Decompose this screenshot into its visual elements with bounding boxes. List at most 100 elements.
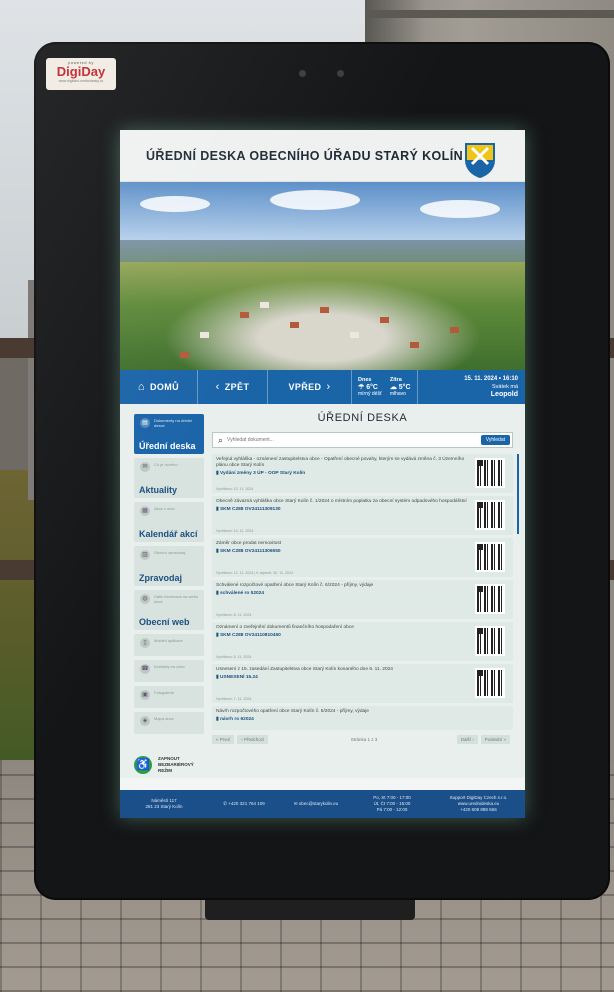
cloud xyxy=(270,190,360,210)
document-title: Schválené rozpočtové opatření obce Starý… xyxy=(216,583,374,588)
cloud xyxy=(140,196,210,212)
sidebar-item-label: Kalendář akcí xyxy=(139,529,198,539)
chevron-right-icon: › xyxy=(326,381,331,393)
document-title: Usnesení z 15. zasedání Zastupitelstva o… xyxy=(216,667,393,672)
document-title: Oznámení o zveřejnění dokumentů finanční… xyxy=(216,625,354,630)
sidebar-item-subtitle: Kontakty na obec xyxy=(154,664,185,669)
document-file[interactable]: ▮ SKM C288 OV24111309130 xyxy=(216,507,467,513)
qr-code-icon xyxy=(475,584,505,614)
accessibility-label: ZAPNOUT BEZBARIÉROVÝ REŽIM xyxy=(158,756,194,773)
weather-tomorrow-day: Zítra xyxy=(389,376,402,383)
sidebar-item-kalendar[interactable]: ▦ Akce v obci Kalendář akcí xyxy=(134,502,204,542)
sidebar-item-subtitle: Mobilní aplikace xyxy=(154,638,183,643)
house xyxy=(350,332,359,338)
document-item[interactable]: Veřejná vyhláška - oznámení zastupitelst… xyxy=(212,454,513,493)
sidebar-item-fotogalerie[interactable]: ▣ Fotogalerie xyxy=(134,686,204,708)
back-button[interactable]: ‹ ZPĚT xyxy=(198,370,268,404)
sidebar-item-label: Aktuality xyxy=(139,485,178,495)
nav-bar: ⌂ DOMŮ ‹ ZPĚT VPŘED › Dnes ☂ 6°C mírný d… xyxy=(120,370,525,404)
accessibility-toggle[interactable]: ♿ ZAPNOUT BEZBARIÉROVÝ REŽIM xyxy=(134,756,206,774)
cloud-icon: ☁ xyxy=(389,383,397,391)
document-file[interactable]: ▮ SKM C288 OV24110810450 xyxy=(216,633,467,639)
sidebar-item-subtitle: Akce v obci xyxy=(154,506,175,511)
document-file[interactable]: ▮ USNESENÍ 15.24 xyxy=(216,675,467,681)
document-item[interactable]: Usnesení z 15. zasedání Zastupitelstva o… xyxy=(212,664,513,703)
house xyxy=(320,307,329,313)
document-item[interactable]: Oznámení o zveřejnění dokumentů finanční… xyxy=(212,622,513,661)
document-file-name: SKM C288 OV24110810450 xyxy=(219,633,281,638)
footer-email: ✉ obec@starykolin.eu xyxy=(280,801,352,807)
document-date: Vyvěšeno: 13. 11. 2024 xyxy=(216,529,254,533)
document-file[interactable]: ▮ návrh ro 62024 xyxy=(216,717,467,723)
home-label: DOMŮ xyxy=(149,382,180,392)
search-button[interactable]: Vyhledat xyxy=(480,435,510,445)
nameday-label: Svátek má xyxy=(492,384,518,390)
next-page-button[interactable]: Další › xyxy=(456,734,478,744)
scrollbar[interactable] xyxy=(517,454,519,534)
footer-phone: ✆ +420 321 764 109 xyxy=(208,801,280,807)
sidebar-item-subtitle: Co je nového xyxy=(154,462,178,467)
sidebar-item-mobilni-aplikace[interactable]: ▯ Mobilní aplikace xyxy=(134,634,204,656)
document-item[interactable]: Obecně závazná vyhláška obce Starý Kolín… xyxy=(212,496,513,535)
weather-today-desc: mírný déšť xyxy=(358,390,382,397)
document-title: Veřejná vyhláška - oznámení zastupitelst… xyxy=(216,457,465,468)
sidebar-item-aktuality[interactable]: ✉ Co je nového Aktuality xyxy=(134,458,204,498)
wheelchair-icon: ♿ xyxy=(134,756,152,774)
address-line-2: 281 23 Starý Kolín xyxy=(145,804,183,809)
sidebar-item-subtitle: Dokumenty na úřední desce xyxy=(154,418,193,428)
document-file-name: SKM C288 OV24111309130 xyxy=(219,507,281,512)
sidebar-item-uredni-deska[interactable]: ▤ Dokumenty na úřední desce Úřední deska xyxy=(134,414,204,454)
qr-code-icon xyxy=(475,542,505,572)
sidebar-item-label: Zpravodaj xyxy=(139,573,183,583)
document-item[interactable]: Záměr obce prodat nemovitost ▮ SKM C288 … xyxy=(212,538,513,577)
prev-page-button[interactable]: ‹ Předchozí xyxy=(237,734,269,744)
sidebar-item-zpravodaj[interactable]: ▥ Obecní zpravodaj Zpravodaj xyxy=(134,546,204,586)
document-title: Návrh rozpočtového opatření obce Starý K… xyxy=(216,709,369,714)
weather-today: Dnes ☂ 6°C mírný déšť xyxy=(358,377,382,398)
sidebar-item-label: Úřední deska xyxy=(139,441,196,451)
sidebar-item-subtitle: Další informace na webu obce xyxy=(154,594,199,604)
last-page-button[interactable]: Poslední » xyxy=(480,734,510,744)
house xyxy=(180,352,189,358)
house xyxy=(450,327,459,333)
weather-tomorrow-desc: mlhavo xyxy=(389,390,406,397)
news-icon: ✉ xyxy=(140,462,150,472)
first-page-button[interactable]: « První xyxy=(212,734,235,744)
main-content: ÚŘEDNÍ DESKA ⌕ Vyhledat Veřejná vyhláška… xyxy=(206,404,525,778)
cloud xyxy=(420,200,500,218)
document-file-name: SKM C288 OV24111306550 xyxy=(219,549,281,554)
home-button[interactable]: ⌂ DOMŮ xyxy=(120,370,198,404)
nameday-name: Leopold xyxy=(490,391,518,398)
search-input[interactable] xyxy=(227,437,481,443)
rain-icon: ☂ xyxy=(358,383,365,391)
sidebar-item-label: Obecní web xyxy=(139,617,190,627)
hours-line-3: Pá 7:00 - 12:00 xyxy=(376,807,408,812)
globe-icon: ◍ xyxy=(140,594,150,604)
document-item[interactable]: Návrh rozpočtového opatření obce Starý K… xyxy=(212,706,513,730)
phone-number: +420 321 764 109 xyxy=(228,801,265,806)
screen-footer: Náměstí 117 281 23 Starý Kolín ✆ +420 32… xyxy=(120,790,525,818)
document-file[interactable]: ▮ SKM C288 OV24111306550 xyxy=(216,549,467,555)
camera-icon xyxy=(299,70,306,77)
chevron-left-icon: ‹ xyxy=(215,381,220,393)
weather-widget: Dnes ☂ 6°C mírný déšť Zítra ☁ 5°C mlhavo xyxy=(352,370,418,404)
house xyxy=(410,342,419,348)
document-file-name: návrh ro 62024 xyxy=(219,717,254,722)
document-list: Veřejná vyhláška - oznámení zastupitelst… xyxy=(212,454,519,730)
document-file[interactable]: ▮ Vydání změny 3 ÚP - OOP Starý Kolín xyxy=(216,471,467,477)
home-icon: ⌂ xyxy=(137,381,145,393)
forward-button[interactable]: VPŘED › xyxy=(268,370,352,404)
pagination: « První ‹ Předchozí Stránka 1 z 3 Další … xyxy=(212,733,513,745)
footer-address: Náměstí 117 281 23 Starý Kolín xyxy=(120,798,208,810)
sidebar-item-obecni-web[interactable]: ◍ Další informace na webu obce Obecní we… xyxy=(134,590,204,630)
document-date: Vyvěšeno: 8. 11. 2024 xyxy=(216,613,252,617)
house xyxy=(380,317,389,323)
document-item[interactable]: Schválené rozpočtové opatření obce Starý… xyxy=(212,580,513,619)
sidebar-item-kontakty[interactable]: ☎ Kontakty na obec xyxy=(134,660,204,682)
sidebar-item-mapa[interactable]: ◈ Mapa obce xyxy=(134,712,204,734)
photo-scene: powered by DigiDay www.digitalni-urednid… xyxy=(0,0,614,992)
contact-icon: ☎ xyxy=(140,664,150,674)
document-file[interactable]: ▮ schválené ro 52024 xyxy=(216,591,467,597)
section-title: ÚŘEDNÍ DESKA xyxy=(317,412,408,424)
newsletter-icon: ▥ xyxy=(140,550,150,560)
